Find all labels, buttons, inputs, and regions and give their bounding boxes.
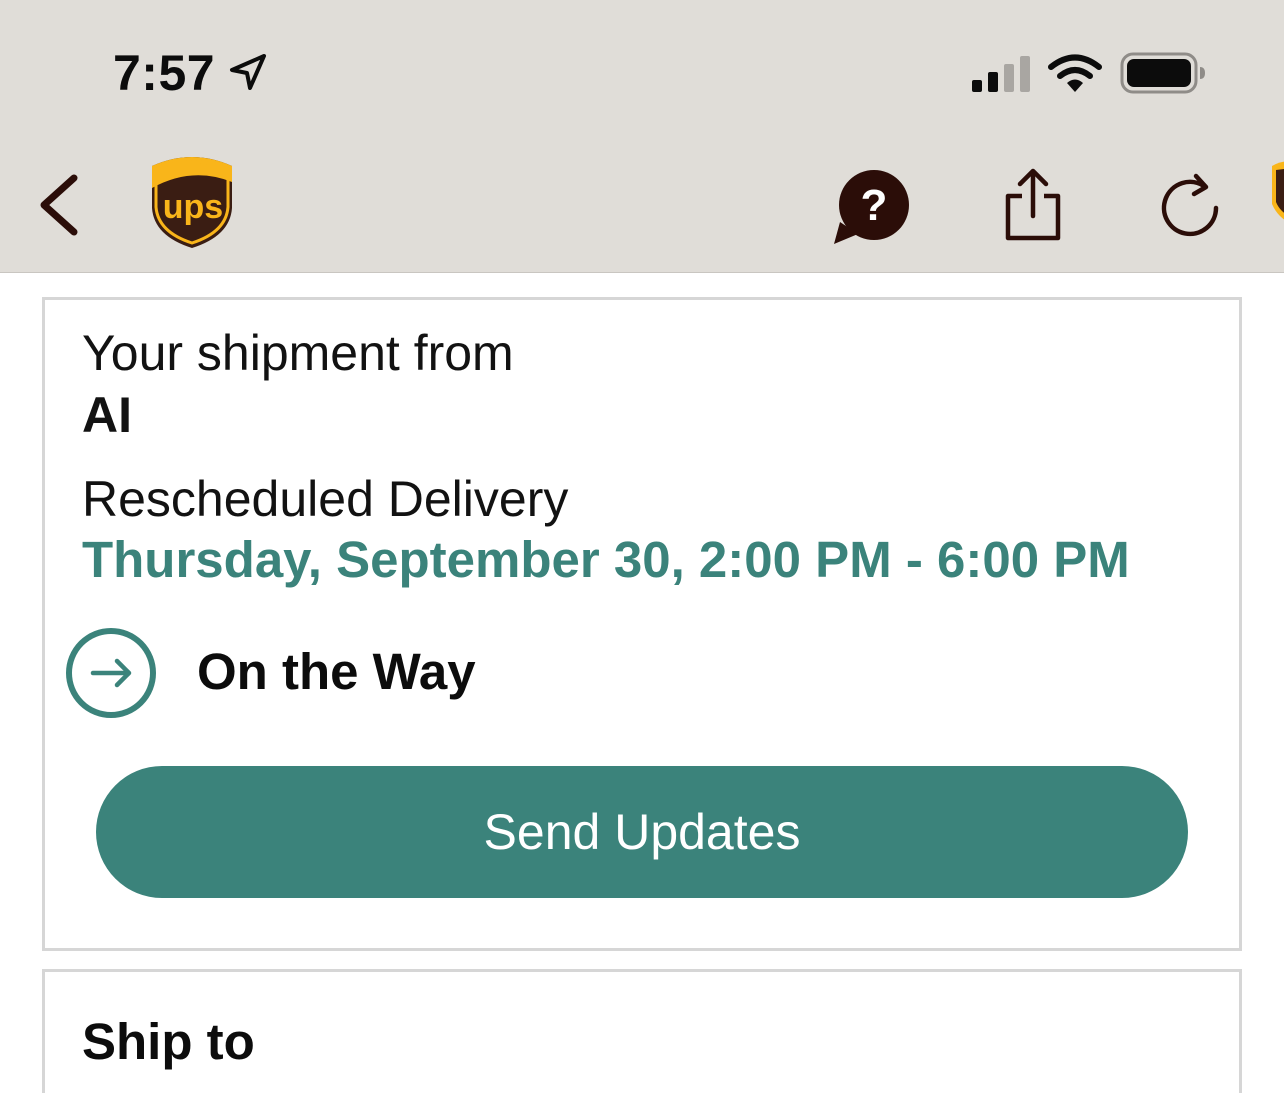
shipment-from-label: Your shipment from — [82, 325, 514, 381]
share-icon[interactable] — [1000, 168, 1066, 244]
battery-icon — [1120, 52, 1205, 94]
help-question-icon[interactable]: ? — [832, 168, 912, 246]
svg-text:?: ? — [861, 181, 888, 230]
wifi-icon — [1048, 54, 1102, 92]
ups-logo-text: ups — [163, 188, 223, 226]
ship-to-title: Ship to — [82, 1013, 255, 1070]
sender-name: AI — [82, 387, 132, 443]
send-updates-button[interactable]: Send Updates — [96, 766, 1188, 898]
cellular-signal-icon — [972, 56, 1030, 92]
status-time: 7:57 — [113, 45, 216, 101]
top-bar: 7:57 ups ? — [0, 0, 1284, 273]
back-chevron-icon[interactable] — [32, 170, 88, 240]
delivery-status-label: Rescheduled Delivery — [82, 471, 569, 527]
ups-logo-peek-icon — [1272, 161, 1284, 220]
location-arrow-icon — [230, 54, 266, 90]
refresh-icon[interactable] — [1158, 170, 1224, 240]
arrow-right-circle-icon — [66, 628, 156, 718]
delivery-window: Thursday, September 30, 2:00 PM - 6:00 P… — [82, 531, 1130, 588]
progress-status: On the Way — [197, 643, 476, 700]
ups-logo-icon: ups — [152, 157, 232, 248]
